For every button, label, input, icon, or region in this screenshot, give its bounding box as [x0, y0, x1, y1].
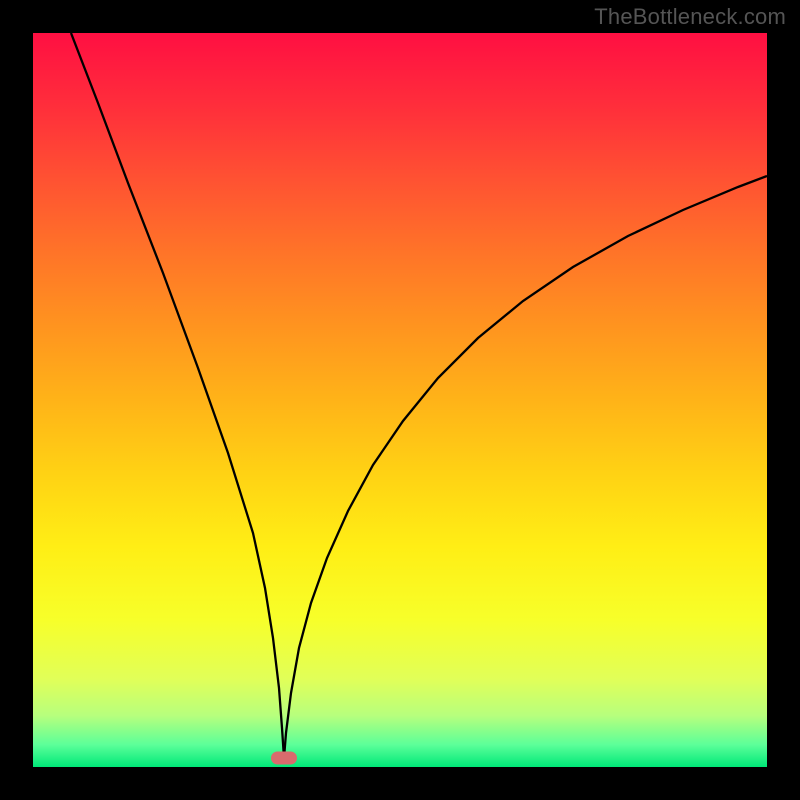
optimal-marker [271, 752, 297, 765]
curve-right-branch [284, 176, 767, 758]
chart-plot-area [33, 33, 767, 767]
bottleneck-curve [33, 33, 767, 767]
watermark-text: TheBottleneck.com [594, 4, 786, 30]
curve-left-branch [71, 33, 284, 758]
